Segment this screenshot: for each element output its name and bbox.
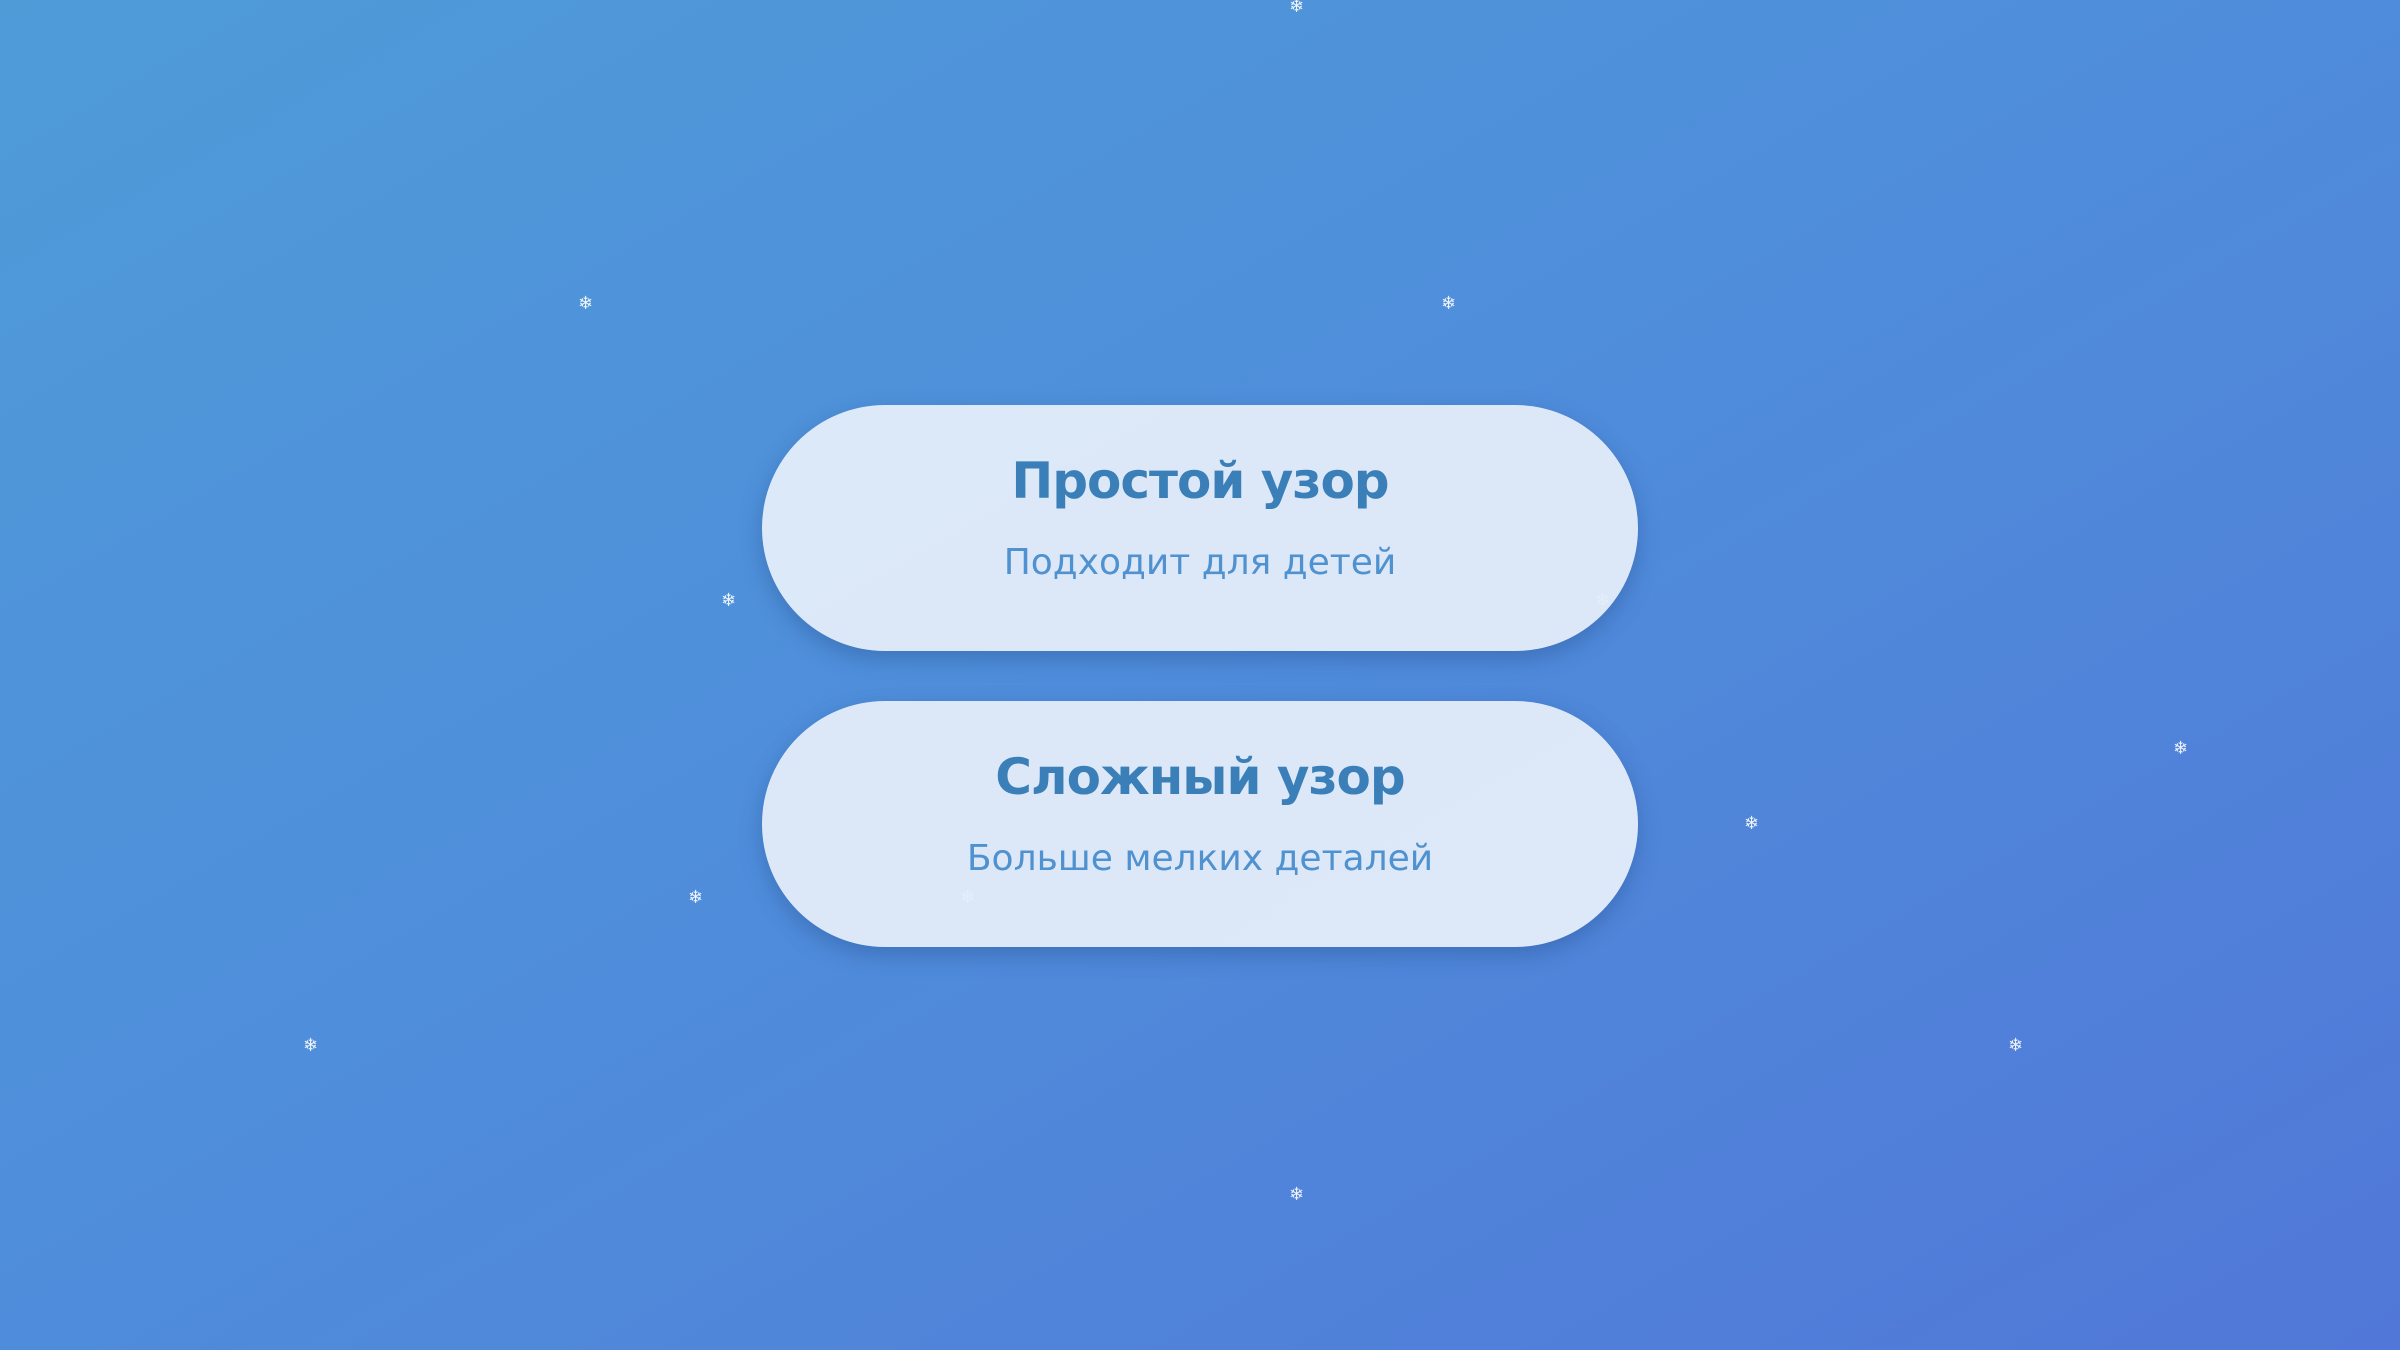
complex-pattern-subtitle: Больше мелких деталей: [966, 838, 1434, 879]
complex-pattern-title: Сложный узор: [995, 748, 1405, 806]
complex-pattern-button[interactable]: Сложный узор Больше мелких деталей: [762, 701, 1638, 947]
simple-pattern-button[interactable]: Простой узор Подходит для детей: [762, 405, 1638, 651]
pattern-difficulty-menu: Простой узор Подходит для детей Сложный …: [0, 0, 2400, 1350]
simple-pattern-subtitle: Подходит для детей: [1003, 542, 1397, 583]
simple-pattern-title: Простой узор: [1011, 452, 1389, 510]
